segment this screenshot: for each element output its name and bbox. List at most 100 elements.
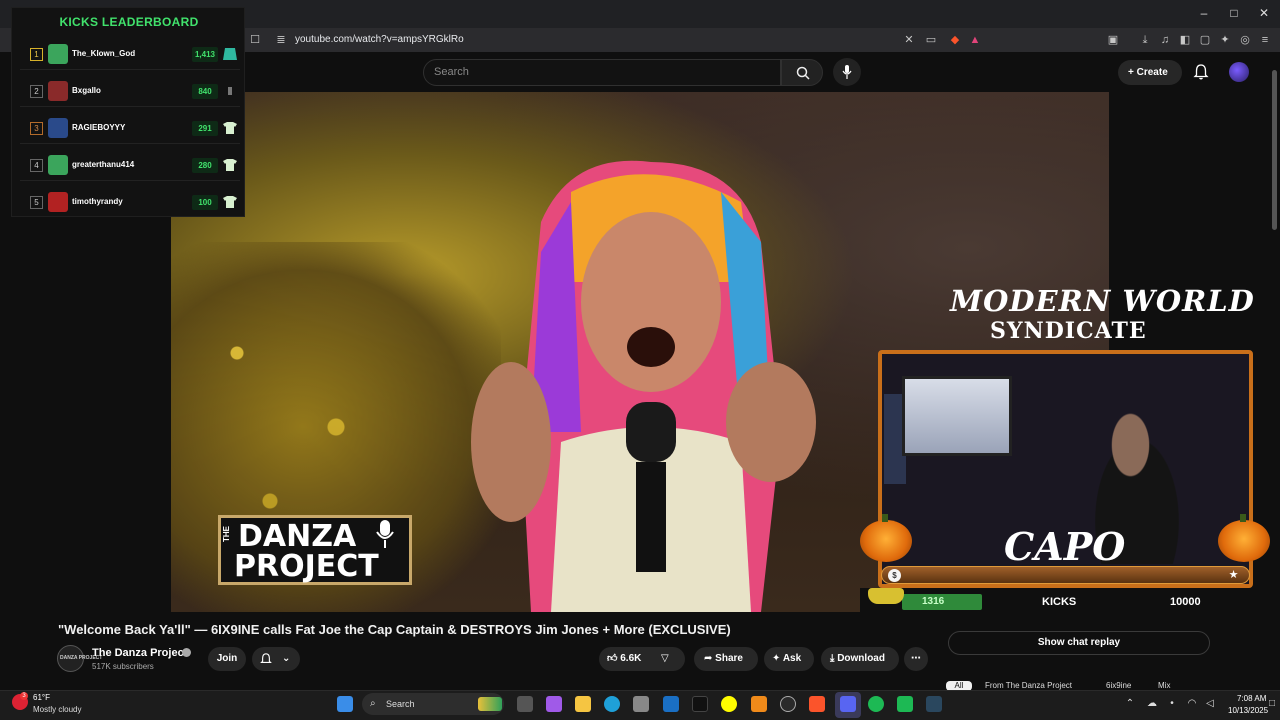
tshirt-icon bbox=[223, 122, 237, 134]
clock-time[interactable]: 7:08 AM bbox=[1237, 694, 1266, 703]
badge-icon bbox=[228, 87, 232, 95]
goal-bar bbox=[881, 566, 1250, 584]
brave-shields-icon[interactable]: ◆ bbox=[948, 33, 962, 47]
user-avatar bbox=[48, 118, 68, 138]
tshirt-icon bbox=[223, 196, 237, 208]
rank-badge: 2 bbox=[30, 85, 43, 98]
close-window-button[interactable]: ✕ bbox=[1254, 6, 1274, 20]
user-score: 280 bbox=[192, 158, 218, 173]
logo-line2: PROJECT bbox=[234, 549, 379, 584]
download-label: Download bbox=[837, 653, 885, 664]
downloads-icon[interactable]: ⤓ bbox=[1138, 33, 1152, 47]
file-explorer-icon[interactable] bbox=[575, 696, 591, 712]
copilot-icon[interactable] bbox=[546, 696, 562, 712]
spotify-icon[interactable] bbox=[868, 696, 884, 712]
clock-date[interactable]: 10/13/2025 bbox=[1228, 706, 1268, 715]
steam-icon[interactable] bbox=[926, 696, 942, 712]
edge-icon[interactable] bbox=[604, 696, 620, 712]
microphone-tray-icon[interactable]: • bbox=[1166, 698, 1178, 710]
search-button[interactable] bbox=[781, 59, 823, 86]
vpn-icon[interactable]: ◎ bbox=[1238, 33, 1252, 47]
channel-name[interactable]: The Danza Project bbox=[92, 647, 187, 659]
star-icon: ★ bbox=[1228, 569, 1239, 581]
pumpkin-right-icon bbox=[1218, 514, 1270, 562]
wallet-icon[interactable]: ▢ bbox=[1198, 33, 1212, 47]
sunglasses-icon bbox=[868, 588, 904, 604]
tshirt-icon bbox=[223, 159, 237, 171]
tab-manager-icon[interactable]: ▣ bbox=[1106, 33, 1120, 47]
store-icon[interactable] bbox=[633, 696, 649, 712]
screen: – □ ✕ ☐ ≣ youtube.com/watch?v=ampsYRGklR… bbox=[0, 0, 1280, 720]
ask-button[interactable]: ✦ Ask bbox=[764, 647, 814, 671]
onedrive-icon[interactable]: ☁ bbox=[1146, 698, 1158, 710]
rank-badge: 4 bbox=[30, 159, 43, 172]
tiktok-icon[interactable] bbox=[692, 696, 708, 712]
task-view-icon[interactable] bbox=[517, 696, 533, 712]
show-chat-replay-button[interactable]: Show chat replay bbox=[948, 631, 1210, 655]
brand-title-line2: SYNDICATE bbox=[990, 318, 1147, 344]
notification-center-icon[interactable]: □ bbox=[1266, 698, 1278, 710]
taskbar-search-label: Search bbox=[386, 699, 415, 709]
leo-ai-icon[interactable]: ✦ bbox=[1218, 33, 1232, 47]
wifi-icon[interactable]: ◠ bbox=[1186, 698, 1198, 710]
rank-badge: 5 bbox=[30, 196, 43, 209]
obs-icon[interactable] bbox=[780, 696, 796, 712]
like-button[interactable]: 👍︎ 6.6K bbox=[607, 647, 653, 671]
microphone-logo-icon bbox=[376, 520, 394, 548]
download-button[interactable]: ⤓ Download bbox=[821, 647, 899, 671]
sidebar-icon[interactable]: ◧ bbox=[1178, 33, 1192, 47]
goal-label: KICKS bbox=[1042, 596, 1077, 608]
media-icon[interactable]: ♫ bbox=[1158, 33, 1172, 47]
more-actions-button[interactable]: ⋯ bbox=[904, 647, 928, 671]
volume-icon[interactable]: ◁ bbox=[1204, 698, 1216, 710]
dislike-button[interactable]: ▽ bbox=[661, 647, 669, 671]
create-button[interactable]: + Create bbox=[1118, 60, 1182, 85]
brave-rewards-icon[interactable]: ▲ bbox=[968, 33, 982, 47]
user-score: 100 bbox=[192, 195, 218, 210]
menu-icon[interactable]: ≡ bbox=[1258, 33, 1272, 47]
plus-icon: + bbox=[1128, 67, 1137, 78]
share-button[interactable]: ➦ Share bbox=[694, 647, 758, 671]
snapchat-icon[interactable] bbox=[721, 696, 737, 712]
xbox-icon[interactable] bbox=[897, 696, 913, 712]
user-score: 840 bbox=[192, 84, 218, 99]
weather-temperature[interactable]: 61°F bbox=[33, 693, 50, 702]
account-avatar[interactable] bbox=[1229, 62, 1249, 82]
tray-overflow-icon[interactable]: ⌃ bbox=[1124, 698, 1136, 710]
minimize-button[interactable]: – bbox=[1194, 6, 1214, 20]
outlook-icon[interactable] bbox=[663, 696, 679, 712]
notifications-bell-icon[interactable] bbox=[1193, 64, 1209, 80]
streamer-name: CAPO bbox=[1004, 524, 1126, 569]
create-label: Create bbox=[1136, 67, 1168, 78]
ask-label: Ask bbox=[782, 653, 802, 664]
sparkle-icon: ✦ bbox=[772, 653, 781, 664]
join-button[interactable]: Join bbox=[208, 647, 246, 671]
windows-start-icon[interactable] bbox=[337, 696, 353, 712]
bookmark-icon[interactable]: ☐ bbox=[248, 33, 262, 47]
search-input[interactable] bbox=[423, 59, 781, 86]
user-score: 291 bbox=[192, 121, 218, 136]
leaderboard-row: 3 RAGIEBOYYY 291 bbox=[20, 114, 240, 144]
chevron-down-icon: ⌄ bbox=[282, 653, 291, 664]
notification-toggle-button[interactable]: ⌄ bbox=[252, 647, 300, 671]
site-info-icon[interactable]: ≣ bbox=[274, 33, 288, 47]
maximize-button[interactable]: □ bbox=[1224, 6, 1244, 20]
brave-icon[interactable] bbox=[809, 696, 825, 712]
voice-search-button[interactable] bbox=[833, 58, 861, 86]
weather-description[interactable]: Mostly cloudy bbox=[33, 705, 81, 714]
scrollbar-thumb[interactable] bbox=[1272, 70, 1277, 230]
rank-badge: 1 bbox=[30, 48, 43, 61]
vlc-icon[interactable] bbox=[751, 696, 767, 712]
discord-icon[interactable] bbox=[840, 696, 856, 712]
url-text[interactable]: youtube.com/watch?v=ampsYRGklRo bbox=[295, 34, 464, 45]
leaderboard-title: KICKS LEADERBOARD bbox=[59, 15, 199, 29]
pumpkin-left-icon bbox=[860, 514, 912, 562]
search-highlight-icon bbox=[478, 697, 502, 711]
mute-tab-icon[interactable]: ✕ bbox=[902, 33, 916, 47]
monitor bbox=[902, 376, 1012, 456]
cast-icon[interactable]: ▭ bbox=[924, 33, 938, 47]
search-placeholder: Search bbox=[434, 66, 469, 78]
leaderboard-row: 5 timothyrandy 100 bbox=[20, 188, 240, 218]
verified-icon bbox=[182, 648, 191, 657]
like-dislike-group: 👍︎ 6.6K ▽ bbox=[599, 647, 685, 671]
